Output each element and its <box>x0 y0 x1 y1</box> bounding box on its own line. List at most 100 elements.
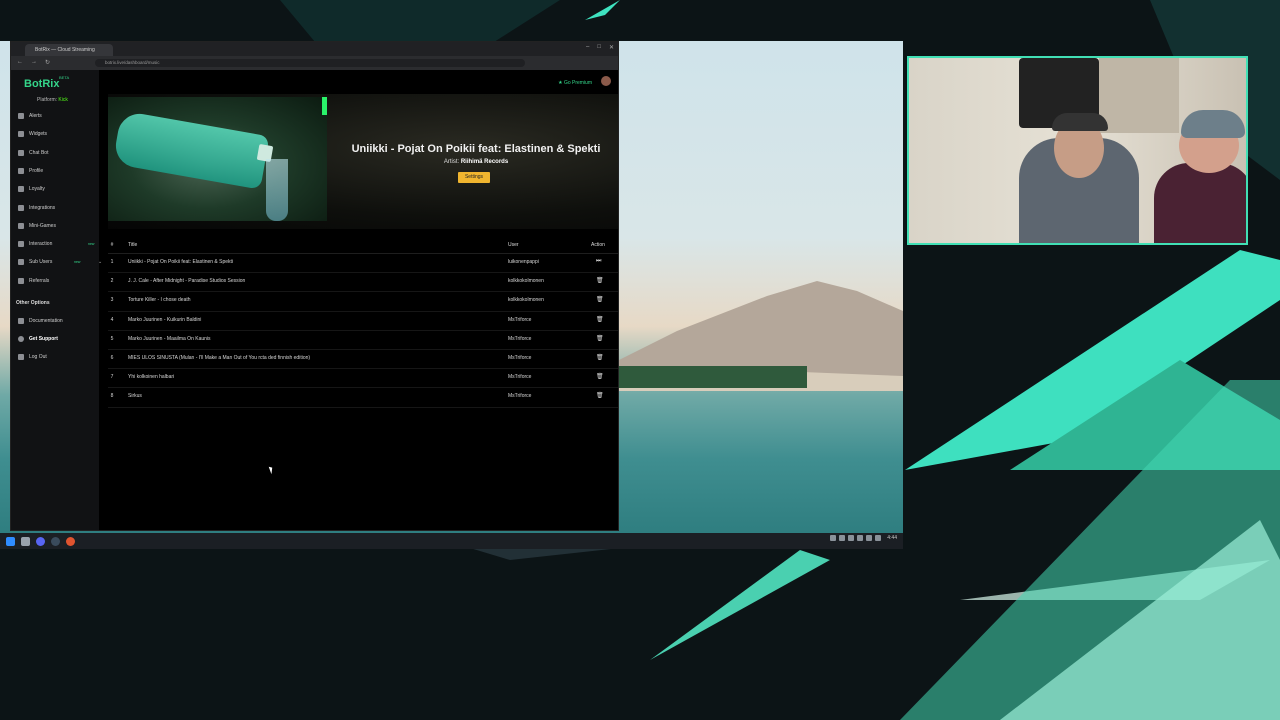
browser-tab[interactable]: BotRix — Cloud Streaming <box>25 44 113 56</box>
sidebar-item-integrations[interactable]: Integrations <box>18 205 55 211</box>
sidebar-item-label: Get Support <box>29 336 58 342</box>
table-row: 2 J. J. Cale - After Midnight - Paradise … <box>108 273 618 293</box>
platform-indicator: Platform: Kick <box>37 97 68 103</box>
bell-icon <box>18 113 24 119</box>
tray-icon[interactable] <box>839 535 846 541</box>
hand-icon <box>18 241 24 247</box>
webcam-overlay <box>907 56 1248 245</box>
table-row: 5 Marko Juurinen - Maailma On Kaunis MsTri… <box>108 331 618 350</box>
now-playing-title: Uniikki - Pojat On Poikii feat: Elastine… <box>351 143 601 155</box>
trash-icon[interactable]: 🗑 <box>596 354 604 361</box>
tray-icon[interactable] <box>857 535 864 541</box>
browser-window: BotRix — Cloud Streaming – □ ✕ ← → ↻ bot… <box>10 41 619 531</box>
trash-icon[interactable]: 🗑 <box>596 392 604 399</box>
windows-start-icon[interactable] <box>6 536 15 546</box>
skip-icon[interactable]: ⏭ <box>596 258 601 265</box>
row-number: 8 <box>110 393 114 400</box>
sidebar-item-label: Alerts <box>29 113 42 119</box>
discord-icon[interactable] <box>36 536 45 546</box>
sidebar-item-label: Documentation <box>29 318 63 324</box>
other-options-heading: Other Options <box>16 300 50 306</box>
browser-icon[interactable] <box>66 536 75 546</box>
heart-icon <box>18 186 24 192</box>
column-header-action: Action <box>591 242 605 248</box>
sidebar-item-label: Widgets <box>29 131 48 137</box>
row-number: 1 <box>110 259 114 265</box>
row-title: Uniikki - Pojat On Poikii feat: Elastine… <box>128 259 234 265</box>
closet-shelf <box>1099 58 1179 133</box>
botrix-logo[interactable]: BotRix <box>24 78 59 90</box>
platform-label: Platform: <box>37 97 58 103</box>
row-number: 3 <box>110 297 114 304</box>
row-title: Marko Juurinen - Kuikurin Baldini <box>128 316 202 323</box>
browser-tab-bar: BotRix — Cloud Streaming – □ ✕ <box>11 42 618 56</box>
now-playing-artist: Artist: Riihimä Records <box>351 159 601 165</box>
address-bar-row: ← → ↻ botrix.live/dashboard/music <box>11 56 618 70</box>
table-header: # Title User Action <box>108 237 618 254</box>
sidebar-item-profile[interactable]: Profile <box>18 168 43 174</box>
back-icon[interactable]: ← <box>17 59 23 66</box>
row-user: MsTriforce <box>508 374 532 381</box>
sidebar-item-label: Chat Bot <box>29 150 49 156</box>
cover-accent <box>322 97 327 115</box>
forward-icon[interactable]: → <box>31 59 37 66</box>
row-user: MsTriforce <box>508 335 532 342</box>
steam-icon[interactable] <box>51 536 60 546</box>
row-title: Torture Killer - I chose death <box>128 297 191 304</box>
tray-icon[interactable] <box>830 535 837 541</box>
url-field[interactable]: botrix.live/dashboard/music <box>95 59 525 67</box>
row-title: Yhi kolkoinen halbari <box>128 374 175 381</box>
avatar[interactable] <box>601 76 611 86</box>
row-user: luikonenpappi <box>508 259 539 265</box>
trash-icon[interactable]: 🗑 <box>596 373 604 380</box>
trash-icon[interactable]: 🗑 <box>596 277 604 284</box>
table-body: 1 Uniikki - Pojat On Poikii feat: Elastin… <box>108 254 618 408</box>
chevron-down-icon[interactable]: ⌄ <box>98 259 102 265</box>
sidebar-item-widgets[interactable]: Widgets <box>18 131 47 137</box>
support-icon <box>18 336 24 342</box>
sidebar-item-referrals[interactable]: Referrals <box>18 278 49 284</box>
chat-icon <box>18 150 24 156</box>
sidebar-item-label: Log Out <box>29 354 47 360</box>
table-row: 3 Torture Killer - I chose death kolkkokol… <box>108 292 618 312</box>
gamepad-icon <box>18 223 24 229</box>
row-user: MsTriforce <box>508 316 532 323</box>
tray-icon[interactable] <box>848 535 855 541</box>
browser-nav-buttons: ← → ↻ <box>17 59 50 66</box>
maximize-icon[interactable]: □ <box>597 44 601 51</box>
sidebar-item-alerts[interactable]: Alerts <box>18 113 42 119</box>
reload-icon[interactable]: ↻ <box>45 59 50 66</box>
close-icon[interactable]: ✕ <box>609 44 614 51</box>
taskbar-clock[interactable]: 4:44 <box>887 535 897 541</box>
sidebar-item-loyalty[interactable]: Loyalty <box>18 186 45 192</box>
row-user: kolkkokolmonen <box>508 278 544 285</box>
sidebar-item-chat-bot[interactable]: Chat Bot <box>18 150 48 156</box>
volume-icon[interactable] <box>875 535 882 541</box>
network-icon[interactable] <box>866 535 873 541</box>
file-explorer-icon[interactable] <box>21 536 30 546</box>
pour-artwork <box>266 159 288 221</box>
sidebar-item-log-out[interactable]: Log Out <box>18 354 47 360</box>
sidebar-item-sub-users[interactable]: Sub Users new ⌄ <box>18 259 102 265</box>
trash-icon[interactable]: 🗑 <box>596 335 604 342</box>
table-row: 8 Sirkus MsTriforce 🗑 <box>108 388 618 408</box>
settings-button[interactable]: Settings <box>458 172 490 183</box>
sidebar-item-interaction[interactable]: Interaction new <box>18 241 94 247</box>
now-playing-hero: Uniikki - Pojat On Poikii feat: Elastine… <box>108 94 618 229</box>
minimize-icon[interactable]: – <box>586 44 589 51</box>
sidebar-item-mini-games[interactable]: Mini-Games <box>18 223 56 229</box>
sidebar-item-documentation[interactable]: Documentation <box>18 318 63 324</box>
column-header-user: User <box>508 242 519 248</box>
trash-icon[interactable]: 🗑 <box>596 316 604 323</box>
share-icon <box>18 278 24 284</box>
row-user: kolkkokolmonen <box>508 297 544 304</box>
go-premium-link[interactable]: ★ Go Premium <box>558 80 592 86</box>
new-badge: new <box>88 242 95 246</box>
row-title: J. J. Cale - After Midnight - Paradise S… <box>128 278 246 285</box>
trash-icon[interactable]: 🗑 <box>596 296 604 303</box>
sidebar-item-label: Profile <box>29 168 44 174</box>
botrix-page: BotRix BETA Platform: Kick Alerts Widget… <box>11 70 618 530</box>
column-header-num: # <box>110 242 114 248</box>
system-tray: 4:44 <box>830 535 897 541</box>
sidebar-item-get-support[interactable]: Get Support <box>18 336 58 342</box>
